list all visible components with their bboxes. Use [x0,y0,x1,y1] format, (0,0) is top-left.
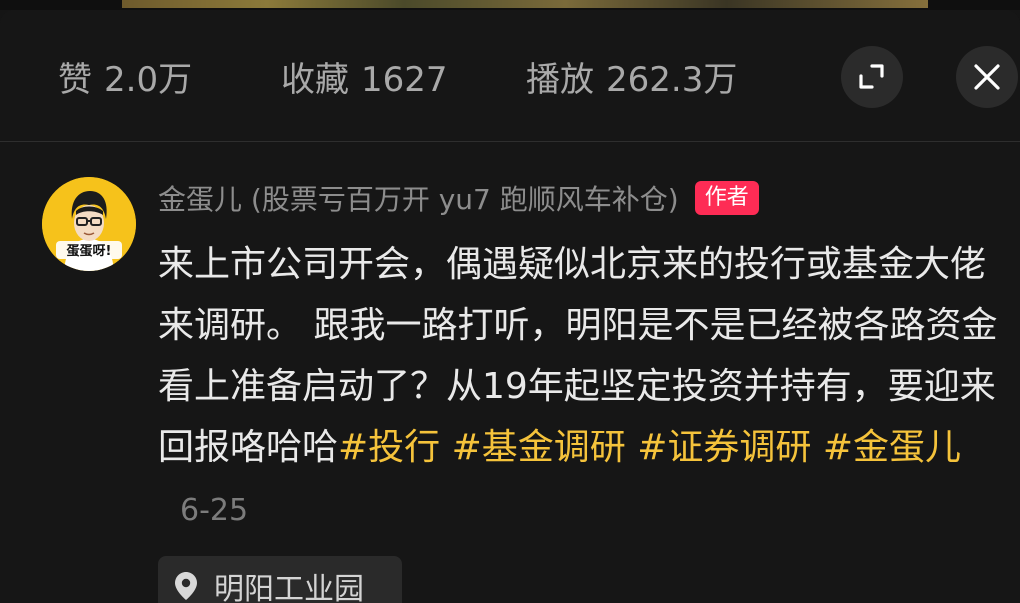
author-name[interactable]: 金蛋儿 (股票亏百万开 yu7 跑顺风车补仓) [158,178,679,218]
close-button[interactable] [956,46,1018,108]
stats-divider [0,141,1020,142]
hashtag-link[interactable]: #金蛋儿 [823,427,961,468]
video-top-strip [0,0,1020,10]
author-line: 金蛋儿 (股票亏百万开 yu7 跑顺风车补仓) 作者 [158,176,759,220]
hashtag-link[interactable]: #基金调研 [452,427,626,468]
close-icon [974,64,1000,90]
avatar-illustration: 蛋蛋呀! [42,177,136,271]
plays-label: 播放 [526,60,594,100]
favorites-count: 1627 [361,60,448,100]
favorites-label: 收藏 [281,60,349,100]
video-thumbnail-edge [122,0,928,8]
hashtag-link[interactable]: #投行 [338,427,440,468]
expand-icon [859,64,884,89]
location-tag[interactable]: 明阳工业园 [158,556,402,603]
expand-button[interactable] [841,46,903,108]
author-badge: 作者 [694,181,759,215]
hashtag-link[interactable]: #证券调研 [637,427,811,468]
plays-stat: 播放 262.3万 [526,60,737,100]
likes-count: 2.0万 [104,60,193,100]
location-pin-icon [174,571,198,601]
plays-count: 262.3万 [606,60,738,100]
avatar-text: 蛋蛋呀! [67,244,112,259]
likes-label: 赞 [58,60,92,100]
comment-date: 6-25 [180,493,249,528]
avatar[interactable]: 蛋蛋呀! [42,177,136,271]
favorites-stat: 收藏 1627 [281,60,448,100]
location-name: 明阳工业园 [214,572,364,603]
comment-body: 来上市公司开会，偶遇疑似北京来的投行或基金大佬来调研。 跟我一路打听，明阳是不是… [158,234,1008,541]
likes-stat: 赞 2.0万 [58,60,192,100]
stats-bar: 赞 2.0万 收藏 1627 播放 262.3万 [0,10,1020,142]
